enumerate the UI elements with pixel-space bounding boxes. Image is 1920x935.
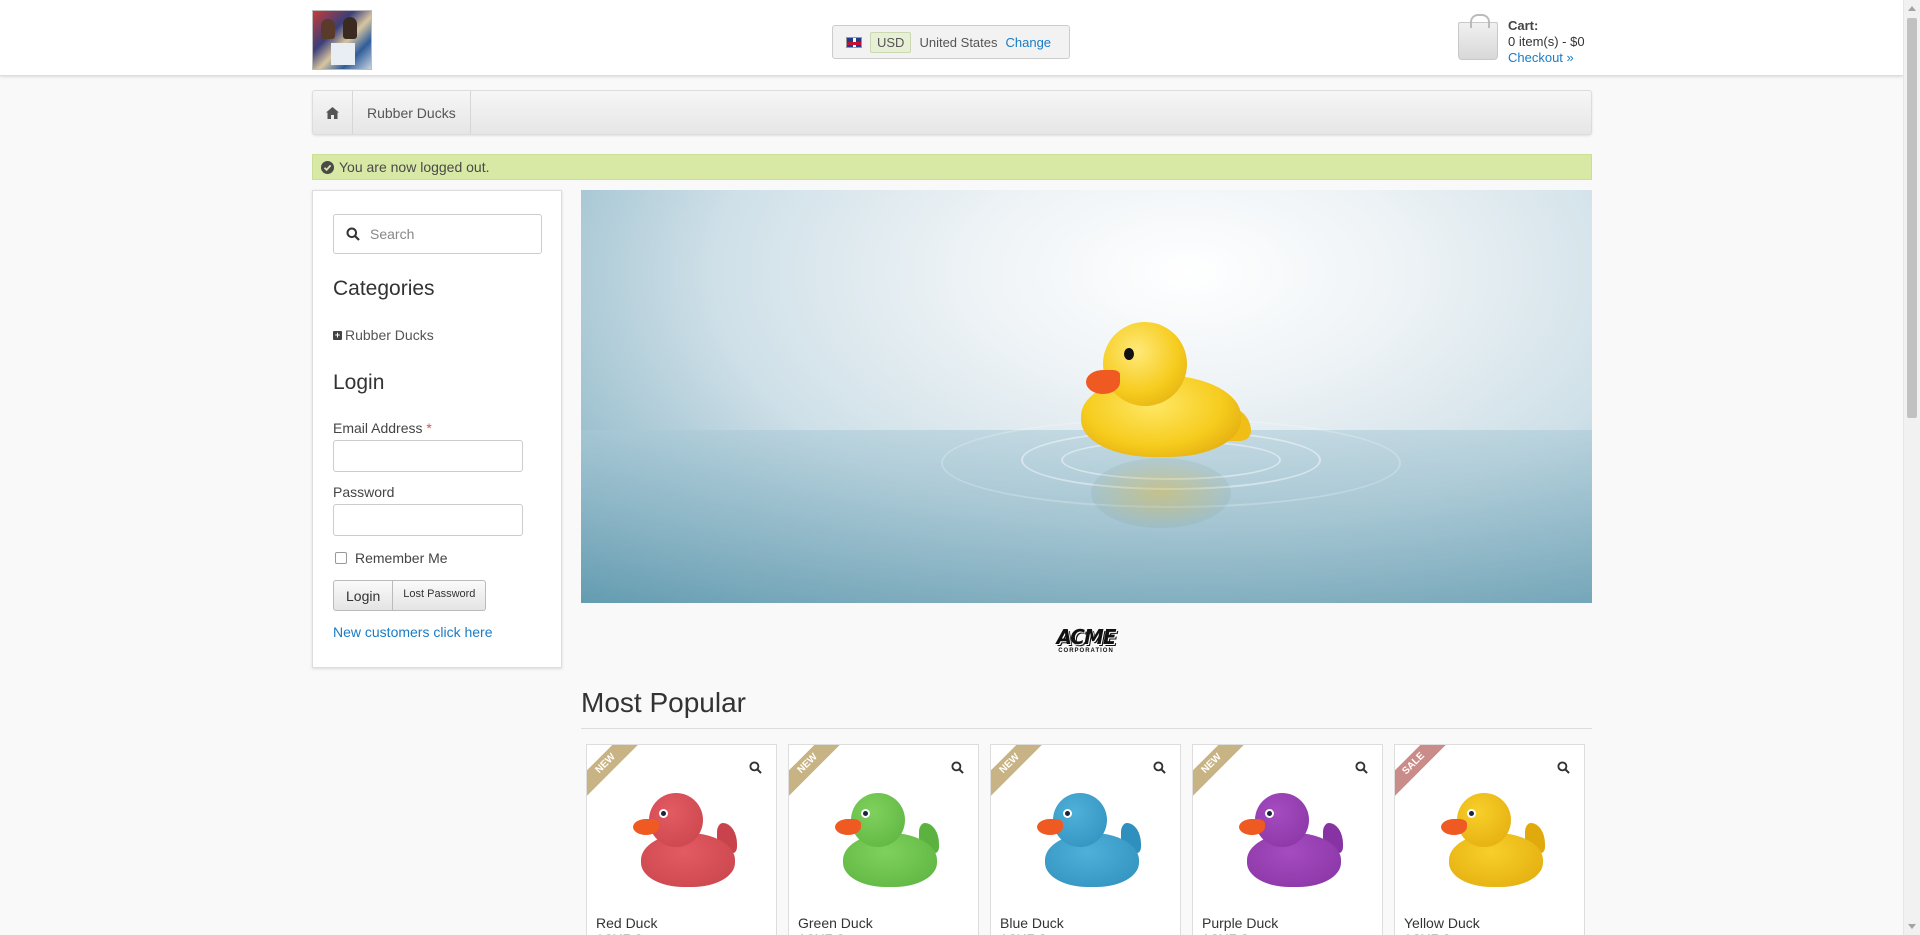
section-divider (581, 728, 1592, 729)
magnifier-icon[interactable] (1355, 761, 1368, 774)
magnifier-icon[interactable] (1153, 761, 1166, 774)
page-scrollbar[interactable] (1903, 0, 1920, 935)
lost-password-button[interactable]: Lost Password (393, 580, 487, 611)
magnifier-icon[interactable] (749, 761, 762, 774)
country-label: United States (919, 34, 998, 50)
cart-title: Cart: (1508, 18, 1539, 33)
scrollbar-thumb[interactable] (1907, 18, 1917, 418)
acme-logo-subtext: CORPORATION (1058, 648, 1114, 654)
remember-me[interactable]: Remember Me (335, 550, 448, 566)
search-input[interactable] (370, 226, 520, 242)
scroll-up-arrow-icon[interactable] (1908, 6, 1916, 11)
product-name[interactable]: Blue Duck (1000, 915, 1064, 931)
breadcrumb-home[interactable] (313, 91, 353, 134)
checkout-link[interactable]: Checkout » (1508, 50, 1574, 65)
scroll-down-arrow-icon[interactable] (1908, 924, 1916, 929)
most-popular-heading: Most Popular (581, 687, 746, 718)
required-marker: * (426, 420, 432, 436)
region-selector: USD United States Change (832, 25, 1070, 59)
search-box[interactable] (333, 214, 542, 254)
store-logo[interactable] (312, 10, 372, 70)
product-card[interactable]: NEWRed DuckACME Corp. (586, 744, 777, 935)
product-name[interactable]: Green Duck (798, 915, 873, 931)
home-icon[interactable] (326, 106, 339, 119)
cart-summary: 0 item(s) - $0 (1508, 34, 1585, 49)
breadcrumb: Rubber Ducks (312, 90, 1592, 135)
notice-text: You are now logged out. (339, 159, 490, 175)
login-heading: Login (333, 371, 385, 394)
login-button[interactable]: Login (333, 580, 394, 611)
magnifier-icon[interactable] (1557, 761, 1570, 774)
hero-banner-duck-image[interactable] (581, 190, 1592, 603)
product-image[interactable] (1437, 789, 1547, 889)
site-header: USD United States Change Cart: 0 item(s)… (0, 0, 1903, 76)
product-card[interactable]: NEWBlue DuckACME Corp. (990, 744, 1181, 935)
product-card[interactable]: NEWPurple DuckACME Corp. (1192, 744, 1383, 935)
currency-badge: USD (870, 31, 912, 53)
password-label: Password (333, 484, 395, 500)
email-label: Email Address * (333, 420, 432, 436)
search-icon (346, 227, 360, 241)
remember-me-label: Remember Me (355, 550, 448, 566)
email-field[interactable] (333, 440, 523, 472)
email-label-text: Email Address (333, 420, 423, 436)
sidebar: Categories + Rubber Ducks Login Email Ad… (312, 190, 562, 668)
logout-notice: You are now logged out. (312, 154, 1592, 180)
plus-square-icon[interactable]: + (333, 330, 342, 340)
uk-flag-icon (846, 36, 862, 48)
product-image[interactable] (831, 789, 941, 889)
remember-me-checkbox[interactable] (335, 552, 347, 564)
product-image[interactable] (1033, 789, 1143, 889)
breadcrumb-item-rubber-ducks[interactable]: Rubber Ducks (353, 91, 471, 134)
product-name[interactable]: Yellow Duck (1404, 915, 1480, 931)
product-name[interactable]: Purple Duck (1202, 915, 1278, 931)
category-item-rubber-ducks[interactable]: + Rubber Ducks (333, 327, 434, 343)
login-button-group: Login Lost Password (333, 580, 487, 611)
product-card[interactable]: NEWGreen DuckACME Corp. (788, 744, 979, 935)
product-name[interactable]: Red Duck (596, 915, 657, 931)
product-list: NEWRed DuckACME Corp. NEWGreen DuckACME … (586, 744, 1585, 935)
change-region-link[interactable]: Change (1006, 35, 1052, 50)
category-label[interactable]: Rubber Ducks (345, 327, 434, 343)
product-card[interactable]: SALEYellow DuckACME Corp. (1394, 744, 1585, 935)
categories-heading: Categories (333, 277, 435, 300)
magnifier-icon[interactable] (951, 761, 964, 774)
acme-logo-text: ACME (1056, 625, 1116, 649)
acme-brand-logo[interactable]: ACME CORPORATION (1053, 627, 1119, 655)
product-image[interactable] (1235, 789, 1345, 889)
password-field[interactable] (333, 504, 523, 536)
shopping-bag-icon[interactable] (1458, 14, 1498, 60)
check-circle-icon (321, 160, 334, 174)
product-image[interactable] (629, 789, 739, 889)
new-customers-link[interactable]: New customers click here (333, 624, 493, 640)
